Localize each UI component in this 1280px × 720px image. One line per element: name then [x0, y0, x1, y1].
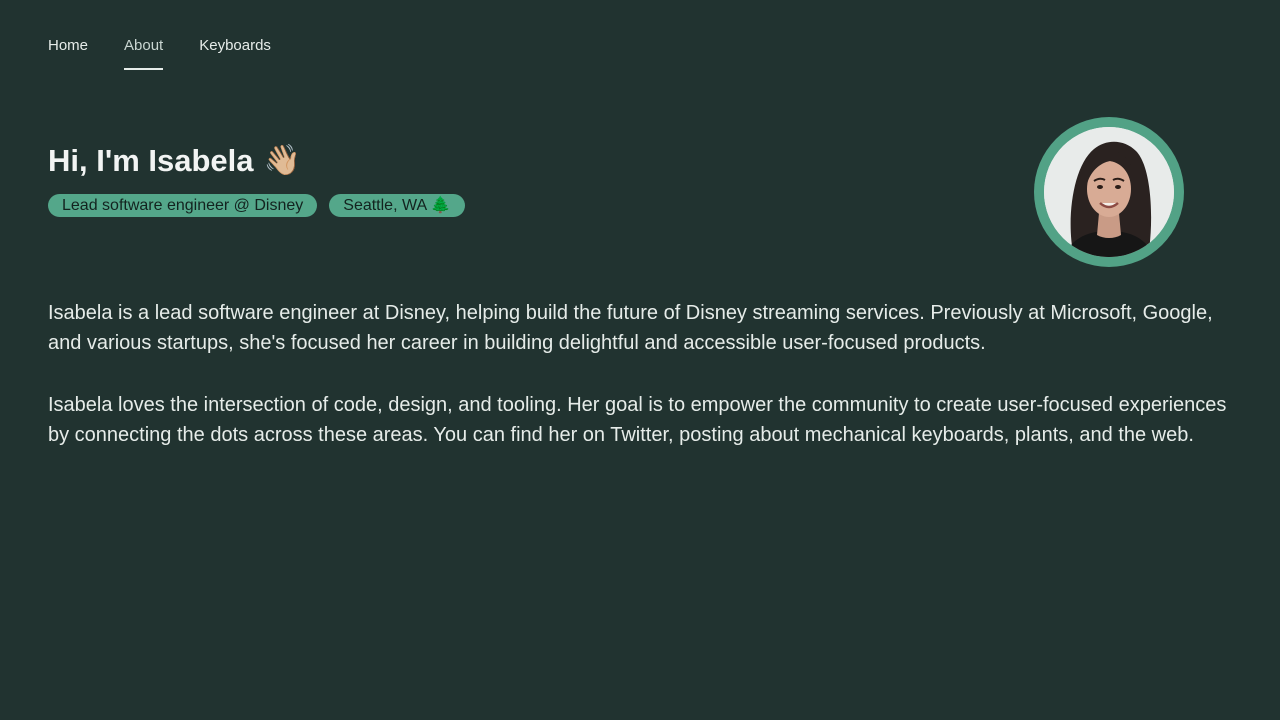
bio-paragraph: Isabela loves the intersection of code, …: [48, 394, 1227, 446]
nav-keyboards-link[interactable]: Keyboards: [199, 36, 271, 70]
page-title-text: Hi, I'm Isabela: [48, 143, 254, 178]
page-title: Hi, I'm Isabela 👋🏼: [48, 140, 465, 182]
avatar: [1034, 117, 1184, 267]
location-tag: Seattle, WA 🌲: [329, 194, 465, 217]
hero-section: Hi, I'm Isabela 👋🏼 Lead software enginee…: [48, 140, 465, 217]
nav-about-link[interactable]: About: [124, 36, 164, 70]
bio-paragraph: Isabela is a lead software engineer at D…: [48, 302, 1213, 354]
main-nav: Home About Keyboards: [48, 36, 271, 70]
profile-photo-icon: [1044, 127, 1174, 257]
job-title-tag: Lead software engineer @ Disney: [48, 194, 318, 217]
about-page: Home About Keyboards Hi, I'm Isabela 👋🏼 …: [0, 0, 1280, 720]
waving-hand-icon: 👋🏼: [263, 144, 301, 177]
bio-section: Isabela is a lead software engineer at D…: [48, 298, 1238, 482]
tag-list: Lead software engineer @ Disney Seattle,…: [48, 194, 465, 217]
nav-home-link[interactable]: Home: [48, 36, 88, 70]
